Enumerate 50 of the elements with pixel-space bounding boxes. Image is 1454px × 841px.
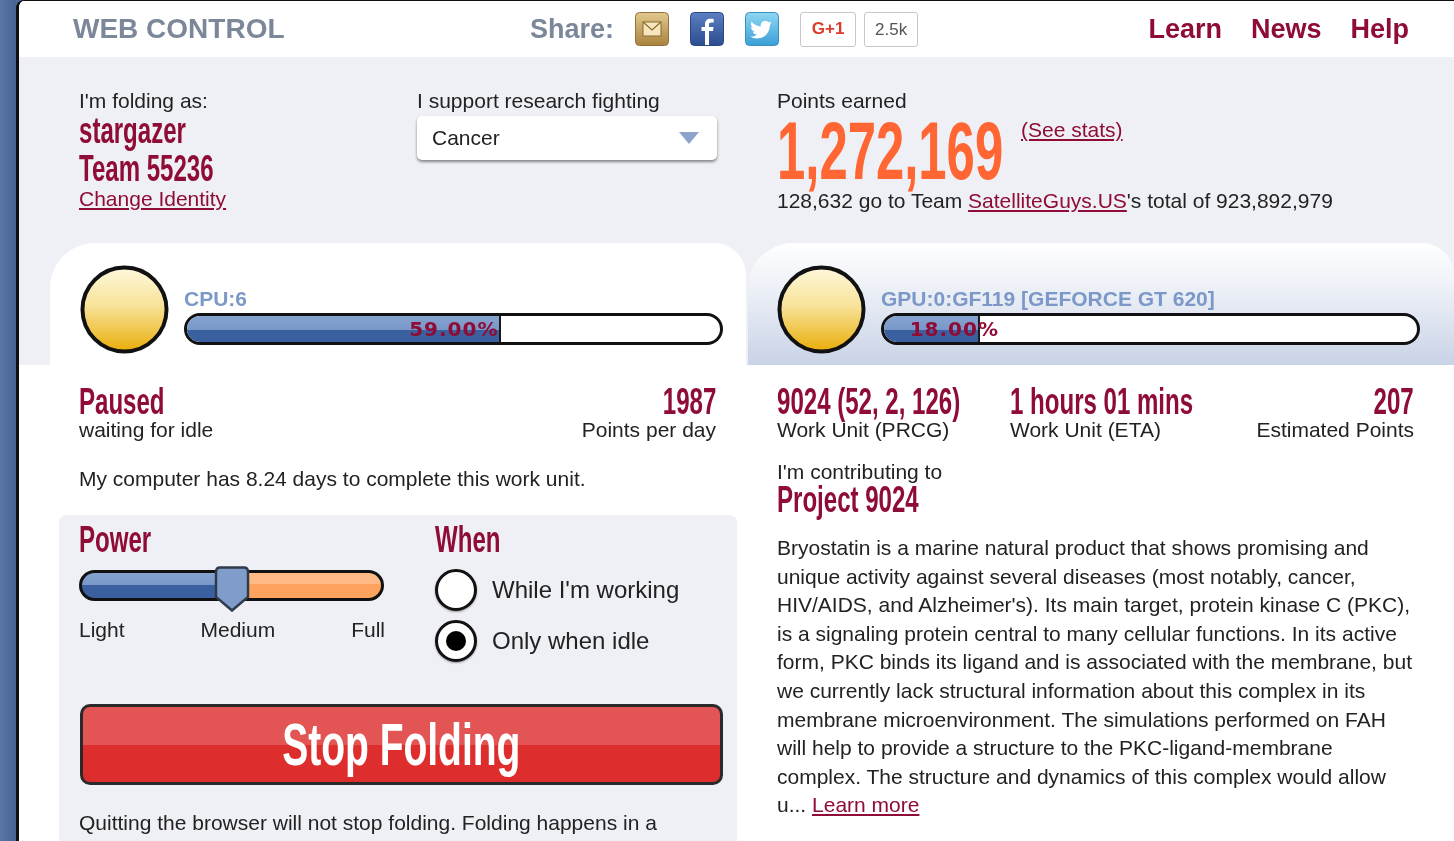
slider-label: Light (79, 619, 125, 641)
contributing-label: I'm contributing to (777, 461, 943, 483)
points-label: Points earned (777, 90, 907, 112)
identity-label: I'm folding as: (79, 90, 208, 112)
slot-name: GPU:0:GF119 [GEFORCE GT 620] (881, 288, 1215, 310)
user-name: stargazer (79, 112, 186, 150)
caret-icon (679, 132, 699, 144)
points-per-day-label: Points per day (581, 419, 716, 441)
status-light-icon (80, 265, 169, 354)
stat-label: Estimated Points (1256, 419, 1414, 441)
nav-link[interactable]: Learn (1148, 13, 1222, 45)
deadline-text: My computer has 8.24 days to complete this work unit. (79, 468, 586, 490)
points-total: 1,272,169 (777, 112, 1004, 190)
slot-name: CPU:6 (184, 288, 247, 310)
nav-link[interactable]: News (1250, 13, 1322, 45)
learn-more-link[interactable]: Learn more (812, 793, 920, 817)
radio-button[interactable] (435, 620, 477, 662)
nav-link[interactable]: Help (1350, 13, 1409, 45)
envelope-icon[interactable] (635, 12, 670, 46)
stat-value: 207 (1373, 385, 1414, 419)
progress-reading: 59.00% (409, 317, 499, 341)
radio-label[interactable]: While I'm working (492, 576, 680, 604)
when-title: When (435, 523, 501, 557)
f-logo-icon[interactable] (690, 12, 725, 46)
cause-label: I support research fighting (417, 90, 660, 112)
slider-thumb[interactable] (213, 566, 250, 612)
bird-icon[interactable] (745, 12, 780, 46)
project-description: Bryostatin is a marine natural product that shows promising and unique activity against several diseases (most notably, cancer, HIV/AIDS, and Alzheimer's). Its main target, protein kinase C (PKC), is a signaling protein central to many cellular functions. In its active form, PKC binds its ligand and is associated with the membrane, but we currently lack structural information about this complex in its membrane microenvironment. The simulations performed on FAH will help to provide a structure to the PKC-ligand-membrane complex. The structure and dynamics of this complex would allow u... Learn more (777, 535, 1413, 819)
status-title: Paused (79, 385, 165, 419)
radio-button[interactable] (435, 569, 477, 611)
points-per-day-value: 1987 (662, 385, 716, 419)
cause-dropdown[interactable]: Cancer (417, 116, 717, 160)
note-text: Quitting the browser will not stop folding. Folding happens in a (79, 812, 657, 834)
power-title: Power (79, 523, 152, 557)
slider-label: Medium (200, 619, 276, 641)
status-light-icon (777, 265, 866, 354)
team-name: Team 55236 (79, 150, 214, 188)
radio-label[interactable]: Only when idle (492, 627, 650, 655)
plus-one-button[interactable]: G+1 (800, 11, 857, 47)
stat-value: 1 hours 01 mins (1010, 385, 1194, 419)
stop-button[interactable]: Stop Folding (80, 704, 723, 785)
slider-label: Full (351, 619, 385, 641)
app-title: WEB CONTROL (73, 13, 285, 45)
team-link[interactable]: SatelliteGuys.US (968, 189, 1127, 212)
change-identity-link[interactable]: Change Identity (79, 188, 227, 210)
stat-label: Work Unit (ETA) (1010, 419, 1161, 441)
see-stats-link[interactable]: (See stats) (1021, 119, 1123, 141)
status-subtitle: waiting for idle (79, 419, 214, 441)
share-label: Share: (530, 13, 615, 45)
share-count: 2.5k (864, 11, 919, 47)
